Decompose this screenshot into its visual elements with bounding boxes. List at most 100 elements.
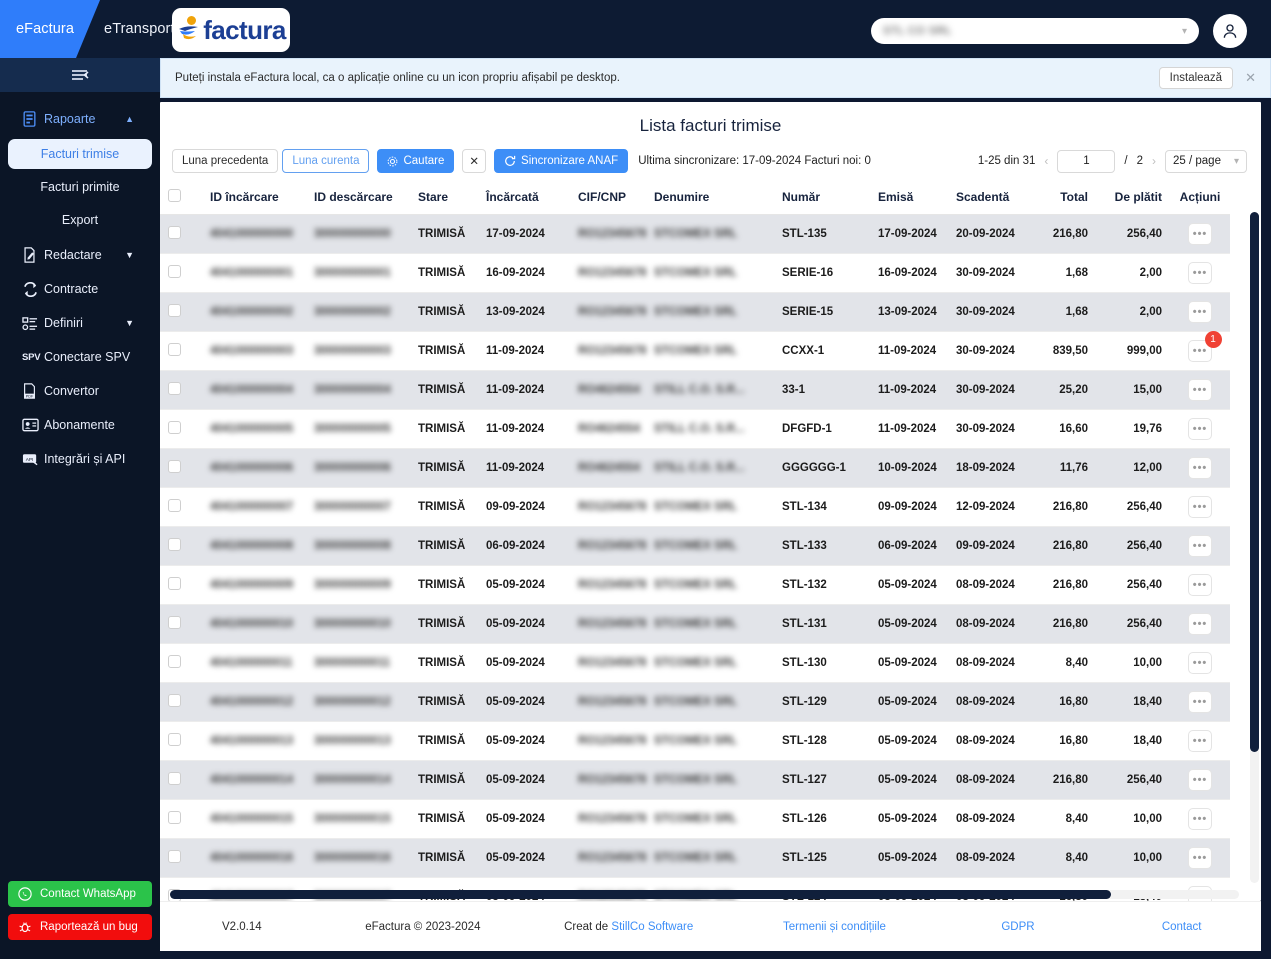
col-scadenta[interactable]: Scadentă bbox=[948, 182, 1032, 215]
row-checkbox[interactable] bbox=[168, 421, 181, 434]
row-checkbox[interactable] bbox=[168, 577, 181, 590]
row-actions-button[interactable]: ••• bbox=[1188, 574, 1212, 596]
sidebar-item-facturi-primite[interactable]: Facturi primite bbox=[8, 172, 152, 202]
col-cif-cnp[interactable]: CIF/CNP bbox=[570, 182, 646, 215]
contact-whatsapp-button[interactable]: Contact WhatsApp bbox=[8, 881, 152, 907]
cell-total: 1,68 bbox=[1032, 254, 1096, 293]
row-actions-button[interactable]: ••• bbox=[1188, 652, 1212, 674]
row-checkbox[interactable] bbox=[168, 226, 181, 239]
row-actions-button[interactable]: ••• bbox=[1188, 808, 1212, 830]
row-checkbox[interactable] bbox=[168, 655, 181, 668]
col-stare[interactable]: Stare bbox=[410, 182, 478, 215]
table-row[interactable]: 4041000000007300000000007TRIMISĂ09-09-20… bbox=[160, 488, 1230, 527]
row-actions-button[interactable]: •••1 bbox=[1188, 340, 1212, 362]
select-all-checkbox[interactable] bbox=[168, 189, 181, 202]
sync-anaf-button[interactable]: Sincronizare ANAF bbox=[494, 149, 628, 173]
chevron-right-icon[interactable]: › bbox=[1152, 154, 1156, 168]
vertical-scrollbar[interactable] bbox=[1250, 212, 1259, 883]
table-row[interactable]: 4041000000013300000000013TRIMISĂ05-09-20… bbox=[160, 722, 1230, 761]
table-row[interactable]: 4041000000002300000000002TRIMISĂ13-09-20… bbox=[160, 293, 1230, 332]
search-button[interactable]: Cautare bbox=[377, 149, 454, 173]
report-bug-button[interactable]: Raportează un bug bbox=[8, 914, 152, 940]
table-row[interactable]: 4041000000015300000000015TRIMISĂ05-09-20… bbox=[160, 800, 1230, 839]
table-row[interactable]: 4041000000012300000000012TRIMISĂ05-09-20… bbox=[160, 683, 1230, 722]
row-actions-button[interactable]: ••• bbox=[1188, 379, 1212, 401]
sidebar-item-contracte[interactable]: Contracte bbox=[0, 272, 160, 306]
sidebar-item-abonamente[interactable]: Abonamente bbox=[0, 408, 160, 442]
row-actions-button[interactable]: ••• bbox=[1188, 535, 1212, 557]
col-incarcata[interactable]: Încărcată bbox=[478, 182, 570, 215]
row-actions-button[interactable]: ••• bbox=[1188, 691, 1212, 713]
chevron-left-icon[interactable]: ‹ bbox=[1044, 154, 1048, 168]
row-actions-button[interactable]: ••• bbox=[1188, 730, 1212, 752]
sidebar-item-redactare[interactable]: Redactare ▼ bbox=[0, 238, 160, 272]
row-checkbox[interactable] bbox=[168, 772, 181, 785]
table-row[interactable]: 4041000000006300000000006TRIMISĂ11-09-20… bbox=[160, 449, 1230, 488]
table-row[interactable]: 4041000000010300000000010TRIMISĂ05-09-20… bbox=[160, 605, 1230, 644]
footer-terms-link[interactable]: Termenii și condițiile bbox=[735, 921, 933, 933]
row-actions-button[interactable]: ••• bbox=[1188, 262, 1212, 284]
row-checkbox[interactable] bbox=[168, 538, 181, 551]
row-actions-button[interactable]: ••• bbox=[1188, 613, 1212, 635]
table-row[interactable]: 4041000000009300000000009TRIMISĂ05-09-20… bbox=[160, 566, 1230, 605]
table-row[interactable]: 4041000000003300000000003TRIMISĂ11-09-20… bbox=[160, 332, 1230, 371]
horizontal-scrollbar[interactable] bbox=[170, 890, 1239, 899]
row-actions-button[interactable]: ••• bbox=[1188, 457, 1212, 479]
col-denumire[interactable]: Denumire bbox=[646, 182, 774, 215]
row-checkbox[interactable] bbox=[168, 616, 181, 629]
sidebar-item-definiri[interactable]: Definiri ▼ bbox=[0, 306, 160, 340]
row-actions-button[interactable]: ••• bbox=[1188, 301, 1212, 323]
page-number-input[interactable]: 1 bbox=[1057, 150, 1115, 173]
table-row[interactable]: 4041000000011300000000011TRIMISĂ05-09-20… bbox=[160, 644, 1230, 683]
row-actions-button[interactable]: ••• bbox=[1188, 496, 1212, 518]
install-button[interactable]: Instalează bbox=[1159, 67, 1233, 89]
tab-efactura[interactable]: eFactura bbox=[0, 0, 100, 58]
table-row[interactable]: 4041000000001300000000001TRIMISĂ16-09-20… bbox=[160, 254, 1230, 293]
sidebar-item-integrari-api[interactable]: API Integrări și API bbox=[0, 442, 160, 476]
sidebar-item-facturi-trimise[interactable]: Facturi trimise bbox=[8, 139, 152, 169]
row-checkbox[interactable] bbox=[168, 343, 181, 356]
table-row[interactable]: 4041000000014300000000014TRIMISĂ05-09-20… bbox=[160, 761, 1230, 800]
row-checkbox[interactable] bbox=[168, 694, 181, 707]
row-checkbox[interactable] bbox=[168, 460, 181, 473]
row-actions-button[interactable]: ••• bbox=[1188, 418, 1212, 440]
table-row[interactable]: 4041000000000300000000000TRIMISĂ17-09-20… bbox=[160, 215, 1230, 254]
table-row[interactable]: 4041000000004300000000004TRIMISĂ11-09-20… bbox=[160, 371, 1230, 410]
footer-stillco-link[interactable]: StillCo Software bbox=[611, 921, 693, 933]
row-checkbox[interactable] bbox=[168, 811, 181, 824]
col-de-platit[interactable]: De plătit bbox=[1096, 182, 1170, 215]
vertical-scrollbar-thumb[interactable] bbox=[1250, 212, 1259, 752]
row-checkbox[interactable] bbox=[168, 499, 181, 512]
row-checkbox[interactable] bbox=[168, 265, 181, 278]
page-size-select[interactable]: 25 / page ▾ bbox=[1165, 150, 1247, 173]
col-numar[interactable]: Număr bbox=[774, 182, 870, 215]
row-actions-button[interactable]: ••• bbox=[1188, 223, 1212, 245]
clear-filters-button[interactable]: ✕ bbox=[462, 149, 486, 173]
row-actions-button[interactable]: ••• bbox=[1188, 847, 1212, 869]
sidebar-item-convertor[interactable]: PDF Convertor bbox=[0, 374, 160, 408]
prev-month-button[interactable]: Luna precedenta bbox=[172, 149, 278, 173]
col-id-incarcare[interactable]: ID încărcare bbox=[202, 182, 306, 215]
sidebar-collapse-button[interactable] bbox=[0, 58, 160, 92]
col-id-descarcare[interactable]: ID descărcare bbox=[306, 182, 410, 215]
row-actions-button[interactable]: ••• bbox=[1188, 769, 1212, 791]
company-select[interactable]: STL CO SRL ▾ bbox=[871, 18, 1199, 44]
close-icon[interactable]: ✕ bbox=[1241, 70, 1260, 86]
sidebar-item-rapoarte[interactable]: Rapoarte ▲ bbox=[0, 102, 160, 136]
user-account-button[interactable] bbox=[1213, 14, 1247, 48]
footer-gdpr-link[interactable]: GDPR bbox=[934, 921, 1103, 933]
col-emisa[interactable]: Emisă bbox=[870, 182, 948, 215]
table-row[interactable]: 4041000000016300000000016TRIMISĂ05-09-20… bbox=[160, 839, 1230, 878]
sidebar-item-conectare-spv[interactable]: SPV Conectare SPV bbox=[0, 340, 160, 374]
table-row[interactable]: 4041000000005300000000005TRIMISĂ11-09-20… bbox=[160, 410, 1230, 449]
sidebar-item-export[interactable]: Export bbox=[8, 205, 152, 235]
table-row[interactable]: 4041000000008300000000008TRIMISĂ06-09-20… bbox=[160, 527, 1230, 566]
col-total[interactable]: Total bbox=[1032, 182, 1096, 215]
footer-contact-link[interactable]: Contact bbox=[1102, 921, 1261, 933]
row-checkbox[interactable] bbox=[168, 304, 181, 317]
row-checkbox[interactable] bbox=[168, 382, 181, 395]
current-month-button[interactable]: Luna curenta bbox=[282, 149, 369, 173]
row-checkbox[interactable] bbox=[168, 850, 181, 863]
row-checkbox[interactable] bbox=[168, 733, 181, 746]
horizontal-scrollbar-thumb[interactable] bbox=[170, 890, 1111, 899]
